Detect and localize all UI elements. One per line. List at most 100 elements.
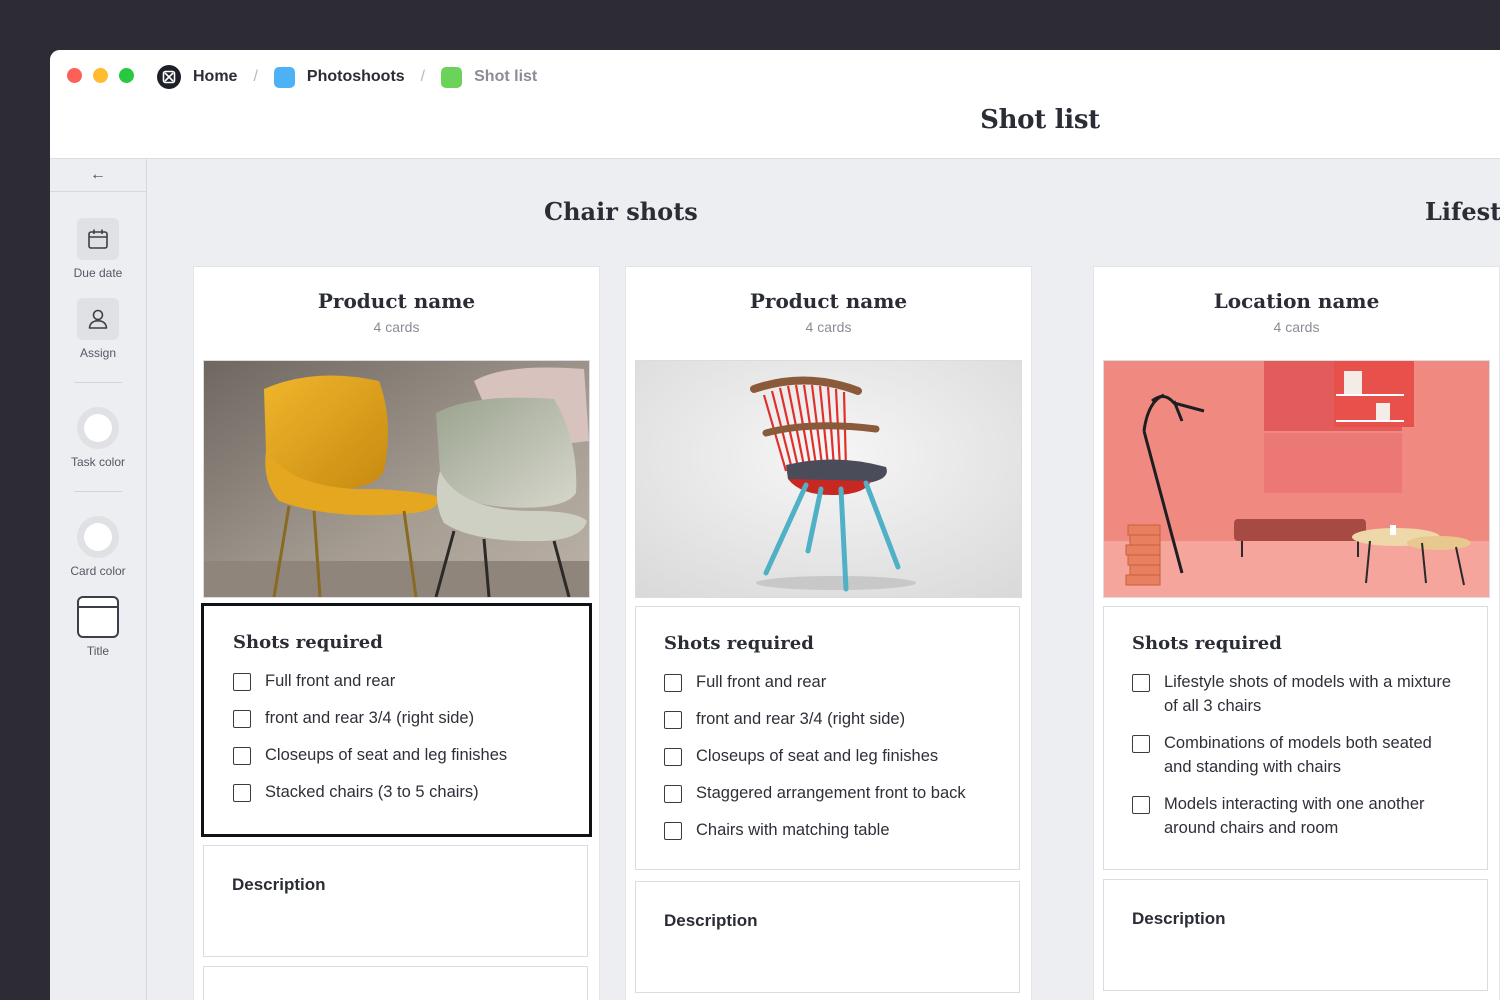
back-arrow-icon[interactable]: ← [50,159,146,192]
card-title: Description [664,911,758,930]
checkbox[interactable] [664,711,682,729]
board-color-icon [273,66,295,88]
breadcrumb-photoshoots[interactable]: Photoshoots [273,66,405,88]
checklist-item-label: front and rear 3/4 (right side) [696,710,906,728]
checklist: Full front and rear front and rear 3/4 (… [233,669,589,804]
column-title[interactable]: Location name [1094,289,1499,313]
checkbox[interactable] [233,673,251,691]
card-title: Description [1132,909,1226,928]
window-controls [67,68,134,83]
checklist-item-label: Stacked chairs (3 to 5 chairs) [265,783,479,801]
app-window: Home / Photoshoots / Shot list Shot list… [50,50,1500,1000]
tool-task-color[interactable]: Task color [50,407,146,469]
tool-label: Title [86,644,110,658]
checklist-item-label: Full front and rear [696,673,827,691]
checklist-item: Stacked chairs (3 to 5 chairs) [233,780,589,804]
checklist-item-label: Combinations of models both seated and s… [1164,734,1432,776]
checkbox[interactable] [1132,735,1150,753]
person-icon [77,298,119,340]
column-title[interactable]: Product name [626,289,1031,313]
image-card[interactable] [1103,360,1490,598]
color-circle-icon [77,407,119,449]
card-count: 4 cards [373,319,420,335]
checkbox[interactable] [233,784,251,802]
checklist-item-label: Chairs with matching table [696,821,890,839]
close-window-button[interactable] [67,68,82,83]
tool-label: Card color [70,564,126,578]
next-card[interactable] [203,966,588,1000]
image-card[interactable] [635,360,1022,598]
shots-required-card[interactable]: Shots required Full front and rear front… [201,603,592,837]
checkbox[interactable] [664,822,682,840]
sidebar-divider [74,382,122,383]
board-canvas: Chair shots Lifesty Product name 4 cards [147,159,1500,1000]
board-column[interactable]: Location name 4 cards Shots required Lif… [1093,266,1500,1000]
checklist: Full front and rear front and rear 3/4 (… [664,670,1019,842]
checklist-item: Chairs with matching table [664,818,1019,842]
page-title: Shot list [980,105,1100,135]
checklist-item: front and rear 3/4 (right side) [664,707,1019,731]
checklist-item-label: Staggered arrangement front to back [696,784,966,802]
checklist-item-label: Closeups of seat and leg finishes [696,747,939,765]
board-column[interactable]: Product name 4 cards Shots required Full… [625,266,1032,1000]
checkbox[interactable] [664,785,682,803]
checkbox[interactable] [233,710,251,728]
checklist-item: Staggered arrangement front to back [664,781,1019,805]
checklist-item: Closeups of seat and leg finishes [664,744,1019,768]
checklist-item: Combinations of models both seated and s… [1132,731,1463,779]
checklist-item-label: Full front and rear [265,672,396,690]
tool-assign[interactable]: Assign [50,298,146,360]
checklist-item: Models interacting with one another arou… [1132,792,1463,840]
board-column[interactable]: Product name 4 cards Shots required Full… [193,266,600,1000]
title-card-icon [77,596,119,638]
checkbox[interactable] [664,748,682,766]
breadcrumb-home[interactable]: Home [157,65,237,89]
description-card[interactable]: Description [1103,879,1488,991]
shots-required-card[interactable]: Shots required Full front and rear front… [635,606,1020,870]
group-title: Lifesty [1425,197,1500,226]
checkbox[interactable] [1132,674,1150,692]
checkbox[interactable] [1132,796,1150,814]
breadcrumb: Home / Photoshoots / Shot list [157,64,537,90]
description-card[interactable]: Description [203,845,588,957]
breadcrumb-label: Home [193,68,238,85]
minimize-window-button[interactable] [93,68,108,83]
shots-required-card[interactable]: Shots required Lifestyle shots of models… [1103,606,1488,870]
calendar-icon [77,218,119,260]
checklist-item-label: front and rear 3/4 (right side) [265,709,475,727]
checkbox[interactable] [233,747,251,765]
image-card[interactable] [203,360,590,598]
checklist-item: front and rear 3/4 (right side) [233,706,589,730]
breadcrumb-label: Shot list [474,68,538,85]
checklist-item: Lifestyle shots of models with a mixture… [1132,670,1463,718]
card-title: Shots required [233,632,383,653]
tool-card-color[interactable]: Card color [50,516,146,578]
checklist-item: Full front and rear [233,669,589,693]
card-title: Shots required [1132,633,1282,654]
tool-due-date[interactable]: Due date [50,218,146,280]
breadcrumb-separator: / [420,68,426,85]
room-photo [1104,361,1489,597]
title-bar: Home / Photoshoots / Shot list Shot list [50,50,1500,159]
card-count: 4 cards [805,319,852,335]
column-title[interactable]: Product name [194,289,599,313]
breadcrumb-shot-list[interactable]: Shot list [441,66,538,88]
tool-sidebar: ← Due date Assign Task color Card color … [50,159,147,1000]
checklist-item-label: Closeups of seat and leg finishes [265,746,508,764]
tool-label: Assign [79,346,117,360]
checkbox[interactable] [664,674,682,692]
description-card[interactable]: Description [635,881,1020,993]
tool-label: Due date [73,266,123,280]
breadcrumb-separator: / [253,68,258,85]
chairs-photo [204,361,589,597]
board-color-icon [441,66,463,88]
tool-label: Task color [70,455,126,469]
card-title: Description [232,875,326,894]
card-count: 4 cards [1273,319,1320,335]
tool-title[interactable]: Title [50,596,146,658]
checklist-item: Full front and rear [664,670,1019,694]
checklist-item-label: Lifestyle shots of models with a mixture… [1164,673,1452,715]
maximize-window-button[interactable] [119,68,134,83]
home-logo-icon [157,65,181,89]
group-title: Chair shots [544,197,698,226]
